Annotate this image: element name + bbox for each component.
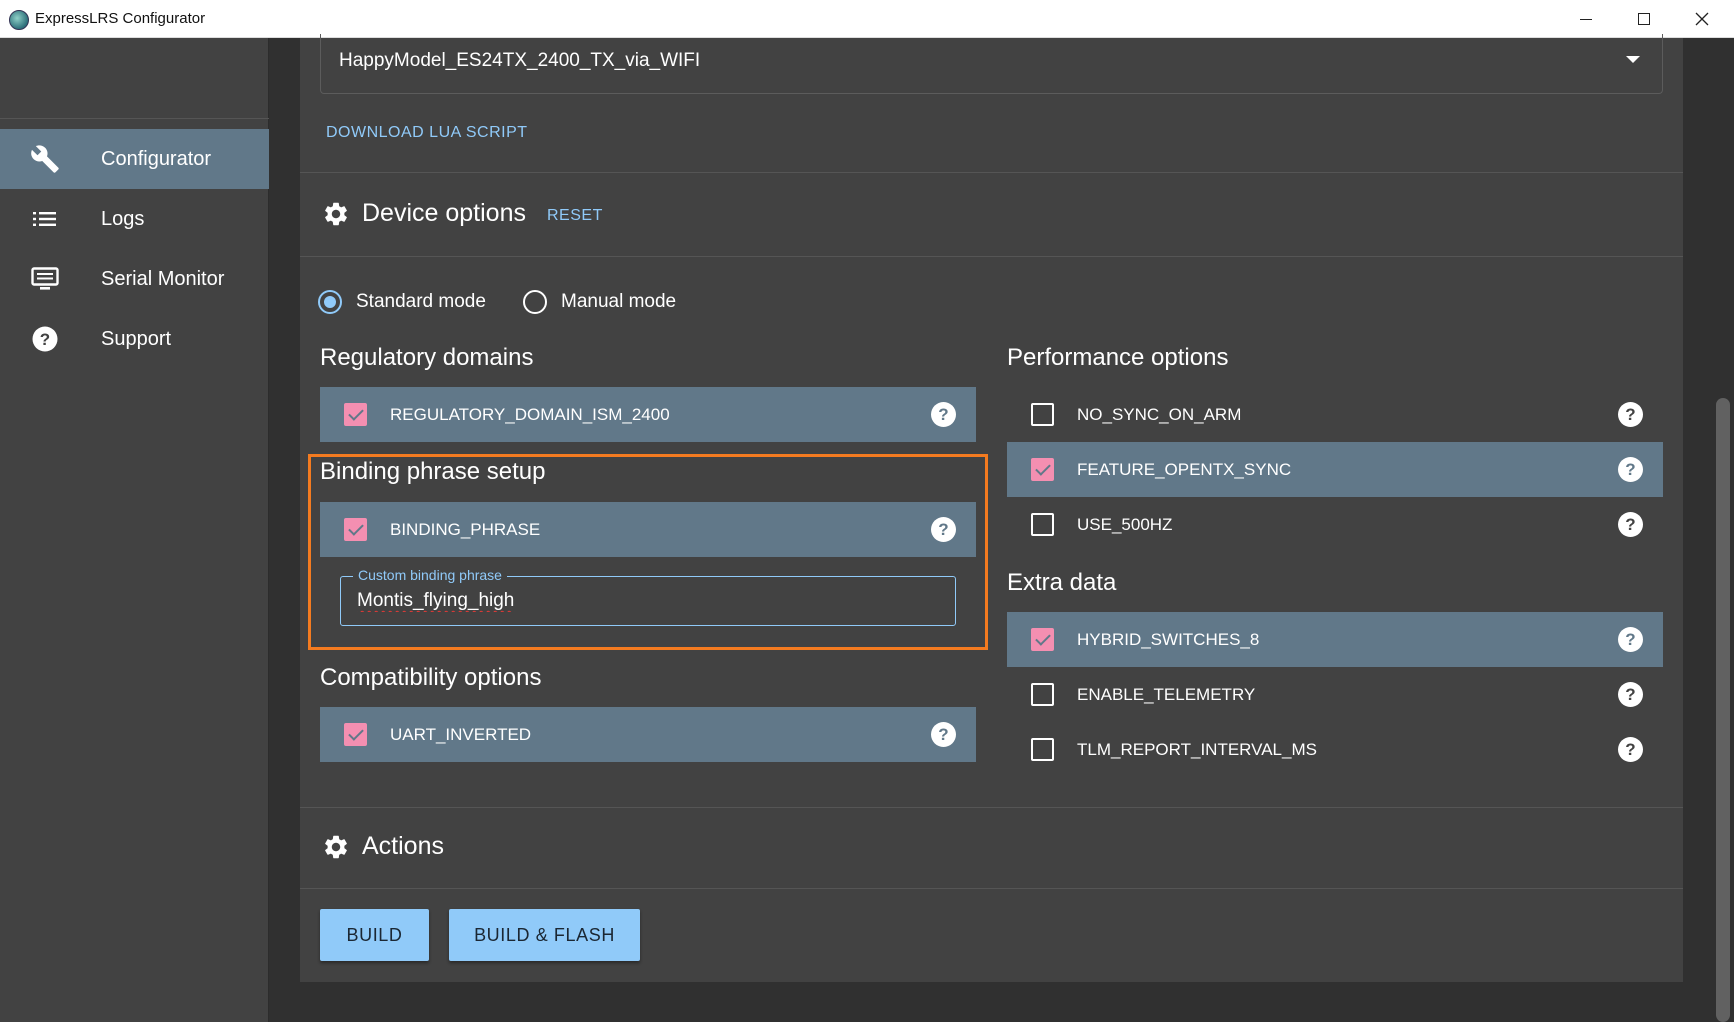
checkbox[interactable]	[1031, 628, 1054, 651]
list-icon	[30, 206, 60, 232]
help-icon[interactable]: ?	[1618, 627, 1643, 652]
panel-divider	[300, 256, 1683, 257]
option-row[interactable]: USE_500HZ ?	[1007, 497, 1663, 552]
manual-mode-radio[interactable]: Manual mode	[523, 290, 676, 314]
help-icon[interactable]: ?	[1618, 512, 1643, 537]
option-row[interactable]: ENABLE_TELEMETRY ?	[1007, 667, 1663, 722]
gear-icon	[325, 835, 347, 858]
panel-divider	[300, 888, 1683, 889]
maximize-button[interactable]	[1615, 0, 1673, 38]
checkbox[interactable]	[1031, 683, 1054, 706]
sidebar-item-serial-monitor[interactable]: Serial Monitor	[0, 249, 269, 309]
option-label: TLM_REPORT_INTERVAL_MS	[1077, 740, 1317, 759]
sidebar-item-label: Support	[101, 327, 172, 350]
build-flash-button[interactable]: BUILD & FLASH	[449, 909, 640, 961]
standard-mode-label: Standard mode	[356, 291, 486, 312]
standard-mode-radio[interactable]: Standard mode	[318, 290, 486, 314]
extra-data-title: Extra data	[1007, 569, 1117, 596]
build-button[interactable]: BUILD	[320, 909, 429, 961]
device-options-title: Device options	[362, 199, 526, 227]
checkbox[interactable]	[1031, 458, 1054, 481]
download-lua-button[interactable]: DOWNLOAD LUA SCRIPT	[326, 124, 528, 142]
minimize-icon	[1580, 18, 1592, 20]
option-label: USE_500HZ	[1077, 515, 1173, 534]
manual-mode-label: Manual mode	[561, 291, 677, 312]
option-label: HYBRID_SWITCHES_8	[1077, 630, 1260, 649]
maximize-icon	[1638, 13, 1650, 25]
help-icon[interactable]: ?	[1618, 737, 1643, 762]
close-icon	[1695, 12, 1709, 26]
chevron-down-icon	[1626, 56, 1640, 63]
help-icon[interactable]: ?	[931, 722, 956, 747]
wrench-icon	[30, 145, 60, 173]
checkbox[interactable]	[1031, 403, 1054, 426]
checkbox[interactable]	[1031, 738, 1054, 761]
sidebar-item-label: Configurator	[101, 147, 212, 170]
device-options-header: Device options	[322, 199, 526, 228]
help-icon[interactable]: ?	[931, 402, 956, 427]
option-label: REGULATORY_DOMAIN_ISM_2400	[390, 405, 670, 424]
scrollbar-thumb[interactable]	[1716, 398, 1730, 1022]
actions-header: Actions	[322, 832, 444, 861]
option-row[interactable]: BINDING_PHRASE ?	[320, 502, 976, 557]
app-logo-icon	[9, 10, 29, 30]
sidebar: Configurator Logs Serial Monitor ? Suppo…	[0, 38, 269, 1022]
target-select[interactable]: HappyModel_ES24TX_2400_TX_via_WIFI	[320, 34, 1663, 94]
option-label: BINDING_PHRASE	[390, 520, 541, 539]
help-icon[interactable]: ?	[1618, 402, 1643, 427]
gear-icon	[325, 202, 347, 225]
checkbox[interactable]	[1031, 513, 1054, 536]
checkbox[interactable]	[344, 403, 367, 426]
option-label: FEATURE_OPENTX_SYNC	[1077, 460, 1292, 479]
sidebar-divider	[0, 118, 269, 119]
radio-circle	[523, 290, 547, 314]
option-row[interactable]: FEATURE_OPENTX_SYNC ?	[1007, 442, 1663, 497]
actions-title: Actions	[362, 832, 444, 860]
compatibility-options-title: Compatibility options	[320, 664, 542, 691]
minimize-button[interactable]	[1557, 0, 1615, 38]
performance-options-title: Performance options	[1007, 344, 1229, 371]
title-bar: ExpressLRS Configurator	[0, 0, 1734, 38]
option-row[interactable]: TLM_REPORT_INTERVAL_MS ?	[1007, 722, 1663, 777]
sidebar-item-logs[interactable]: Logs	[0, 189, 269, 249]
option-row[interactable]: REGULATORY_DOMAIN_ISM_2400 ?	[320, 387, 976, 442]
panel-divider	[300, 807, 1683, 808]
sidebar-item-label: Logs	[101, 207, 145, 230]
close-button[interactable]	[1673, 0, 1731, 38]
option-label: ENABLE_TELEMETRY	[1077, 685, 1256, 704]
option-row[interactable]: UART_INVERTED ?	[320, 707, 976, 762]
option-label: NO_SYNC_ON_ARM	[1077, 405, 1242, 424]
checkbox[interactable]	[344, 518, 367, 541]
target-select-value: HappyModel_ES24TX_2400_TX_via_WIFI	[339, 50, 701, 71]
help-icon[interactable]: ?	[1618, 682, 1643, 707]
binding-phrase-field[interactable]: Custom binding phrase	[340, 567, 956, 626]
regulatory-domains-title: Regulatory domains	[320, 344, 534, 371]
window-title: ExpressLRS Configurator	[35, 10, 206, 27]
help-icon[interactable]: ?	[931, 517, 956, 542]
option-label: UART_INVERTED	[390, 725, 532, 744]
panel-divider	[300, 172, 1683, 173]
binding-phrase-title: Binding phrase setup	[320, 458, 546, 485]
radio-circle	[318, 290, 342, 314]
sidebar-item-label: Serial Monitor	[101, 267, 225, 290]
checkbox[interactable]	[344, 723, 367, 746]
binding-phrase-field-label: Custom binding phrase	[353, 567, 507, 583]
help-icon[interactable]: ?	[1618, 457, 1643, 482]
binding-phrase-input[interactable]	[357, 587, 937, 615]
reset-button[interactable]: RESET	[547, 207, 603, 225]
help-circle-icon: ?	[30, 326, 60, 352]
svg-text:?: ?	[40, 330, 50, 349]
sidebar-item-configurator[interactable]: Configurator	[0, 129, 269, 189]
option-row[interactable]: NO_SYNC_ON_ARM ?	[1007, 387, 1663, 442]
sidebar-item-support[interactable]: ? Support	[0, 309, 269, 369]
option-row[interactable]: HYBRID_SWITCHES_8 ?	[1007, 612, 1663, 667]
monitor-icon	[30, 266, 60, 292]
